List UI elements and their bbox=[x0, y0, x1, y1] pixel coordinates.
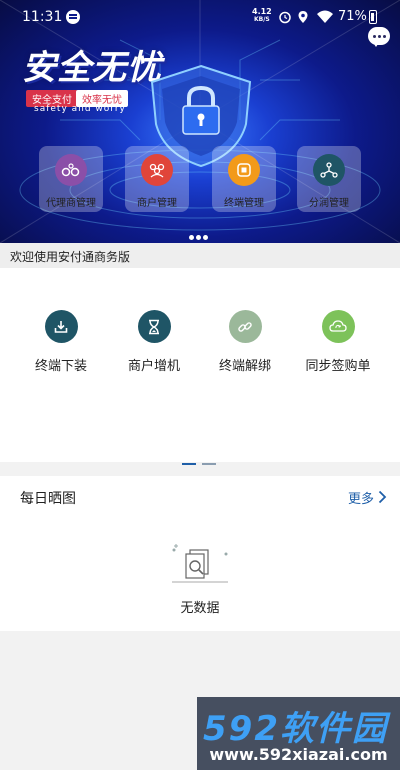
wifi-icon bbox=[317, 10, 333, 23]
unlink-icon bbox=[228, 310, 262, 343]
banner-carousel-indicator bbox=[188, 225, 209, 243]
network-speed-unit: KB/S bbox=[254, 16, 270, 23]
watermark-brand: 592软件园 bbox=[203, 709, 388, 749]
hourglass-icon bbox=[137, 310, 171, 343]
chat-bubble-icon[interactable] bbox=[368, 27, 390, 47]
more-link[interactable]: 更多 bbox=[348, 488, 374, 507]
daily-photo-section: 每日晒图 更多 无数据 bbox=[0, 476, 400, 631]
empty-document-icon bbox=[172, 544, 228, 583]
merchant-icon bbox=[141, 154, 173, 186]
sync-icon bbox=[321, 310, 355, 343]
page-indicator-active bbox=[182, 463, 196, 465]
grid-item-terminal-download[interactable]: 终端下装 bbox=[16, 310, 106, 374]
function-grid: 终端下装 商户增机 终端解绑 同步签购单 bbox=[0, 268, 400, 465]
location-icon bbox=[298, 11, 308, 23]
grid-item-merchant-add-device[interactable]: 商户增机 bbox=[109, 310, 199, 374]
status-bar: 11:31 4.12 KB/S 71% bbox=[0, 0, 400, 34]
section-title: 每日晒图 bbox=[20, 491, 76, 507]
grid-item-sync-receipt[interactable]: 同步签购单 bbox=[293, 310, 383, 374]
empty-state-text: 无数据 bbox=[180, 601, 220, 616]
banner-title: 安全无忧 bbox=[22, 48, 162, 88]
network-speed-value: 4.12 bbox=[252, 7, 272, 16]
message-notification-icon bbox=[66, 10, 80, 24]
banner-card-label: 分润管理 bbox=[309, 198, 349, 209]
status-time: 11:31 bbox=[22, 9, 63, 25]
top-banner[interactable]: 11:31 4.12 KB/S 71% 安全无忧 安全支付 效率无忧 safet… bbox=[0, 0, 400, 243]
grid-item-label: 终端下装 bbox=[34, 359, 87, 374]
share-icon bbox=[313, 154, 345, 186]
grid-item-label: 终端解绑 bbox=[218, 359, 271, 374]
grid-item-label: 商户增机 bbox=[127, 359, 180, 374]
agent-icon bbox=[55, 154, 87, 186]
download-icon bbox=[44, 310, 78, 343]
banner-card-merchant[interactable]: 商户管理 bbox=[125, 146, 189, 212]
grid-item-terminal-unbind[interactable]: 终端解绑 bbox=[200, 310, 290, 374]
banner-card-agent[interactable]: 代理商管理 bbox=[39, 146, 103, 212]
banner-card-share[interactable]: 分润管理 bbox=[297, 146, 361, 212]
terminal-icon bbox=[228, 154, 260, 186]
battery-percentage: 71% bbox=[338, 9, 367, 24]
page-indicator-inactive bbox=[202, 463, 216, 465]
banner-card-label: 代理商管理 bbox=[46, 198, 96, 209]
network-speed: 4.12 KB/S bbox=[252, 8, 272, 24]
banner-subtitle: safety and worry bbox=[34, 104, 126, 114]
banner-card-label: 商户管理 bbox=[137, 198, 177, 209]
welcome-text: 欢迎使用安付通商务版 bbox=[0, 243, 400, 268]
watermark-url: www.592xiazai.com bbox=[209, 745, 388, 764]
banner-card-label: 终端管理 bbox=[224, 198, 264, 209]
chevron-right-icon[interactable] bbox=[378, 490, 387, 504]
battery-icon bbox=[369, 10, 377, 24]
grid-item-label: 同步签购单 bbox=[305, 359, 371, 374]
grid-page-indicator bbox=[182, 450, 222, 469]
alarm-icon bbox=[279, 11, 291, 24]
banner-card-terminal[interactable]: 终端管理 bbox=[212, 146, 276, 212]
watermark: 592软件园 www.592xiazai.com bbox=[197, 697, 400, 770]
